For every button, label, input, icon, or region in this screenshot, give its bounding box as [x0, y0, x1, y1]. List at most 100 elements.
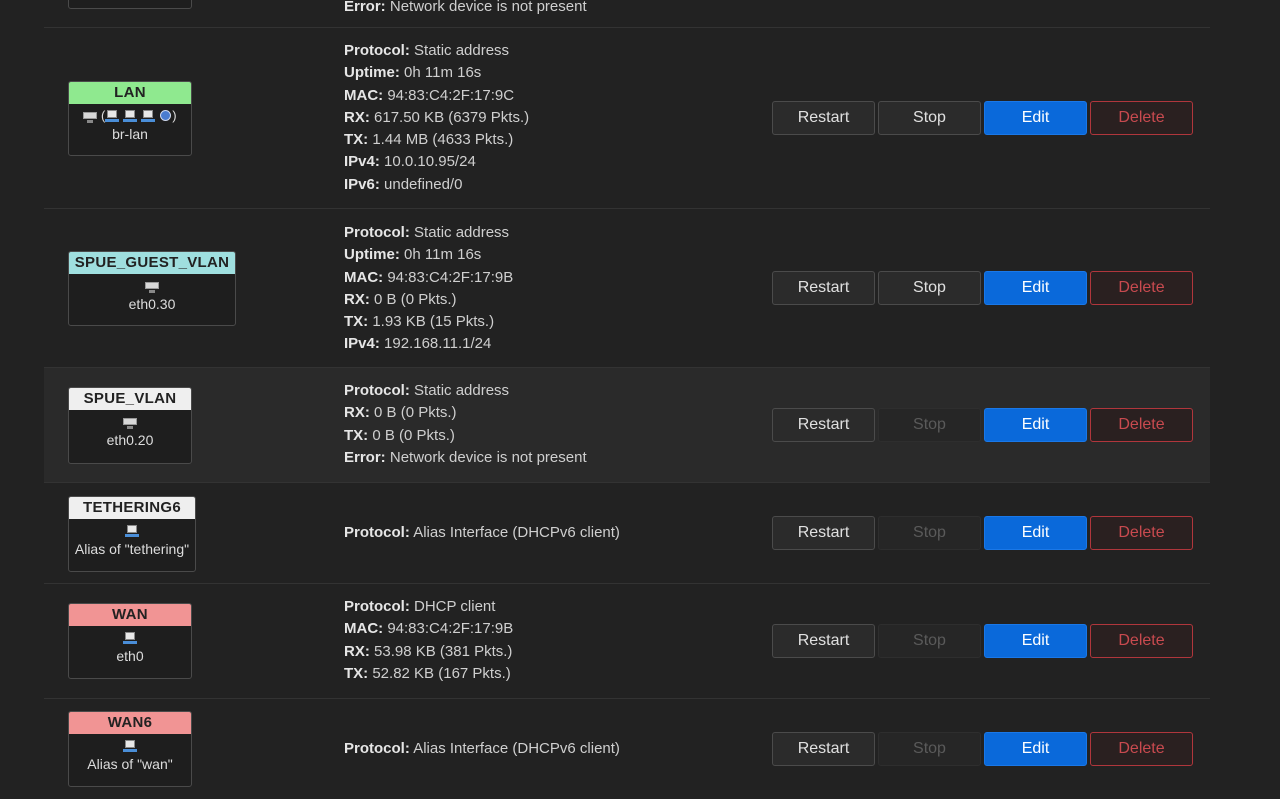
- restart-button[interactable]: Restart: [772, 271, 875, 305]
- interface-name: WAN6: [69, 712, 191, 734]
- ethernet-icon: [122, 110, 137, 123]
- interface-badge-wan6: WAN6 Alias of "wan": [68, 711, 192, 787]
- interface-badge-tethering6: TETHERING6 Alias of "tethering": [68, 496, 196, 572]
- stop-button[interactable]: Stop: [878, 408, 981, 442]
- status-label: MAC:: [344, 268, 384, 286]
- row-actions: Restart Stop Edit Delete: [772, 271, 1193, 305]
- interface-name: SPUE_VLAN: [69, 388, 191, 410]
- status-value: Network device is not present: [389, 0, 587, 15]
- delete-button[interactable]: Delete: [1090, 101, 1193, 135]
- stop-button[interactable]: Stop: [878, 101, 981, 135]
- ethernet-icon: [140, 110, 155, 123]
- delete-button[interactable]: Delete: [1090, 732, 1193, 766]
- status-value: 0h 11m 16s: [404, 64, 482, 82]
- row-actions: Restart Stop Edit Delete: [772, 516, 1193, 550]
- table-row: WAN6 Alias of "wan" Protocol: Alias Inte…: [44, 698, 1210, 799]
- status-label: MAC:: [344, 620, 384, 638]
- status-value: Alias Interface (DHCPv6 client): [413, 740, 620, 757]
- status-value: Static address: [414, 382, 510, 399]
- status-label: RX:: [344, 108, 370, 126]
- restart-button[interactable]: Restart: [772, 732, 875, 766]
- status-label: Protocol:: [344, 740, 410, 757]
- bridge-icons: ( ): [69, 106, 191, 126]
- status-label: Protocol:: [344, 524, 410, 541]
- interface-name: WAN: [69, 604, 191, 626]
- ethernet-icon: [123, 740, 137, 753]
- status-label: RX:: [344, 642, 370, 660]
- stop-button[interactable]: Stop: [878, 624, 981, 658]
- table-row: WAN eth0 Protocol: DHCP client MAC: 94:8…: [44, 583, 1210, 698]
- delete-button[interactable]: Delete: [1090, 271, 1193, 305]
- status-label: IPv4:: [344, 153, 380, 171]
- delete-button[interactable]: Delete: [1090, 408, 1193, 442]
- status-label: RX:: [344, 404, 370, 422]
- interface-status: Protocol: Static address Uptime: 0h 11m …: [344, 40, 529, 196]
- interface-icons: [69, 736, 191, 756]
- status-value: 0 B (0 Pkts.): [374, 404, 457, 422]
- restart-button[interactable]: Restart: [772, 408, 875, 442]
- table-row: SPUE_VLAN eth0.20 Protocol: Static addre…: [44, 367, 1210, 482]
- edit-button[interactable]: Edit: [984, 516, 1087, 550]
- status-label: Protocol:: [344, 224, 410, 241]
- row-actions: Restart Stop Edit Delete: [772, 101, 1193, 135]
- interface-status: Protocol: Alias Interface (DHCPv6 client…: [344, 522, 620, 544]
- interface-device: br-lan: [112, 126, 148, 142]
- status-value: Alias Interface (DHCPv6 client): [413, 524, 620, 541]
- interface-device: Alias of "tethering": [74, 541, 190, 557]
- interface-icons: [69, 412, 191, 432]
- status-value: 94:83:C4:2F:17:9B: [387, 268, 514, 286]
- status-value: Static address: [414, 42, 510, 59]
- delete-button[interactable]: Delete: [1090, 516, 1193, 550]
- edit-button[interactable]: Edit: [984, 408, 1087, 442]
- ethernet-icon: [125, 525, 139, 538]
- status-value: 0 B (0 Pkts.): [374, 290, 457, 308]
- interface-badge-wan: WAN eth0: [68, 603, 192, 679]
- status-value: 617.50 KB (6379 Pkts.): [374, 108, 530, 126]
- status-value: 1.44 MB (4633 Pkts.): [372, 131, 514, 149]
- interface-status: Error: Network device is not present: [344, 0, 587, 18]
- interface-icons: [69, 628, 191, 648]
- stop-button[interactable]: Stop: [878, 271, 981, 305]
- status-value: 0h 11m 16s: [404, 246, 482, 264]
- interface-badge-guest: SPUE_GUEST_VLAN eth0.30: [68, 251, 236, 326]
- interface-device: eth0.20: [106, 432, 154, 448]
- port-icon: [83, 110, 98, 124]
- status-label: TX:: [344, 131, 369, 149]
- status-label: Uptime:: [344, 64, 400, 82]
- interface-name: TETHERING6: [69, 497, 195, 519]
- status-value: 10.0.10.95/24: [384, 153, 476, 171]
- status-label: MAC:: [344, 86, 384, 104]
- status-value: DHCP client: [414, 598, 496, 615]
- edit-button[interactable]: Edit: [984, 101, 1087, 135]
- status-label: TX:: [344, 313, 369, 331]
- status-value: 53.98 KB (381 Pkts.): [374, 642, 513, 660]
- table-row: Error: Network device is not present: [44, 0, 1210, 27]
- interface-device: Alias of "wan": [87, 756, 173, 772]
- status-value: undefined/0: [384, 175, 463, 193]
- stop-button[interactable]: Stop: [878, 732, 981, 766]
- status-label: Protocol:: [344, 42, 410, 59]
- interface-status: Protocol: Static address RX: 0 B (0 Pkts…: [344, 380, 587, 469]
- row-actions: Restart Stop Edit Delete: [772, 624, 1193, 658]
- edit-button[interactable]: Edit: [984, 624, 1087, 658]
- interface-status: Protocol: DHCP client MAC: 94:83:C4:2F:1…: [344, 596, 513, 685]
- table-row: TETHERING6 Alias of "tethering" Protocol…: [44, 482, 1210, 583]
- status-label: RX:: [344, 290, 370, 308]
- edit-button[interactable]: Edit: [984, 271, 1087, 305]
- edit-button[interactable]: Edit: [984, 732, 1087, 766]
- status-value: Static address: [414, 224, 510, 241]
- interface-icons: [69, 521, 195, 541]
- restart-button[interactable]: Restart: [772, 516, 875, 550]
- restart-button[interactable]: Restart: [772, 624, 875, 658]
- status-label: Protocol:: [344, 382, 410, 399]
- interface-badge-lan: LAN ( ) br-lan: [68, 81, 192, 156]
- row-actions: Restart Stop Edit Delete: [772, 732, 1193, 766]
- interface-name: SPUE_GUEST_VLAN: [69, 252, 235, 274]
- interface-device: eth0.30: [128, 296, 176, 312]
- status-label: Error:: [344, 448, 386, 466]
- ethernet-icon: [123, 632, 137, 645]
- stop-button[interactable]: Stop: [878, 516, 981, 550]
- status-value: 52.82 KB (167 Pkts.): [372, 664, 511, 682]
- restart-button[interactable]: Restart: [772, 101, 875, 135]
- delete-button[interactable]: Delete: [1090, 624, 1193, 658]
